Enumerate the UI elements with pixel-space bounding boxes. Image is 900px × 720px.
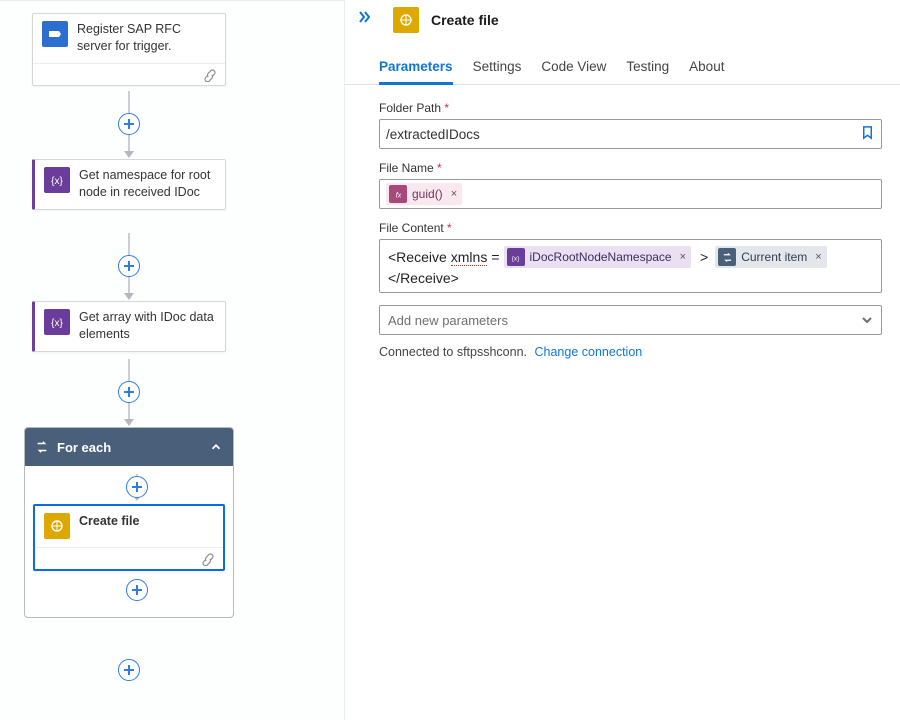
chip-remove-icon[interactable]: × <box>680 251 686 263</box>
svg-text:fx: fx <box>395 190 401 199</box>
tab-about[interactable]: About <box>689 59 724 84</box>
panel-title: Create file <box>431 12 499 28</box>
add-action-button[interactable] <box>126 476 148 498</box>
chip-label: iDocRootNodeNamespace <box>530 250 672 264</box>
svg-text:{x}: {x} <box>51 176 63 187</box>
variable-icon: {x} <box>44 309 70 335</box>
connector-arrow <box>124 151 134 158</box>
xml-text: = <box>491 249 499 265</box>
chip-idoc-namespace[interactable]: {x} iDocRootNodeNamespace × <box>504 246 692 268</box>
folder-path-value: /extractedIDocs <box>386 127 480 142</box>
foreach-header[interactable]: For each <box>25 428 233 466</box>
node-title: Register SAP RFC server for trigger. <box>77 21 216 55</box>
connection-text: Connected to sftpsshconn. <box>379 345 527 359</box>
chip-remove-icon[interactable]: × <box>815 251 821 263</box>
link-icon <box>203 68 217 82</box>
fx-icon: fx <box>389 185 407 203</box>
connector-arrow <box>124 419 134 426</box>
connector-arrow <box>124 293 134 300</box>
panel-tabs: Parameters Settings Code View Testing Ab… <box>345 33 900 85</box>
connection-status: Connected to sftpsshconn. Change connect… <box>379 345 882 359</box>
collapse-panel-button[interactable] <box>359 9 375 30</box>
tab-settings[interactable]: Settings <box>473 59 522 84</box>
add-action-button[interactable] <box>118 381 140 403</box>
add-action-button[interactable] <box>126 579 148 601</box>
tab-parameters[interactable]: Parameters <box>379 59 453 85</box>
add-action-button[interactable] <box>118 113 140 135</box>
svg-text:{x}: {x} <box>51 318 63 329</box>
file-content-input[interactable]: <Receive xmlns = {x} iDocRootNodeNamespa… <box>379 239 882 293</box>
panel-header: Create file <box>345 0 900 33</box>
variable-icon: {x} <box>507 248 525 266</box>
add-action-button[interactable] <box>118 659 140 681</box>
xml-text: > <box>700 249 708 265</box>
chip-label: Current item <box>741 250 807 264</box>
node-register-sap-rfc[interactable]: Register SAP RFC server for trigger. <box>32 13 226 86</box>
change-connection-link[interactable]: Change connection <box>535 345 643 359</box>
node-title: Get array with IDoc data elements <box>79 309 216 343</box>
panel-body: Folder Path * /extractedIDocs File Name … <box>345 85 900 359</box>
tab-code-view[interactable]: Code View <box>541 59 606 84</box>
node-foreach-container[interactable]: For each Create file <box>24 427 234 618</box>
foreach-title: For each <box>57 440 111 455</box>
designer-canvas: Register SAP RFC server for trigger. {x}… <box>0 0 345 720</box>
loop-icon <box>35 440 49 454</box>
chip-guid-expression[interactable]: fx guid() × <box>386 183 462 205</box>
file-content-label: File Content * <box>379 221 882 235</box>
node-get-namespace[interactable]: {x} Get namespace for root node in recei… <box>32 159 226 210</box>
tab-testing[interactable]: Testing <box>626 59 669 84</box>
chevron-down-icon <box>861 314 873 326</box>
node-footer-bar <box>33 63 225 85</box>
sftp-icon <box>393 7 419 33</box>
node-create-file[interactable]: Create file <box>33 504 225 571</box>
chevron-up-icon <box>209 440 223 454</box>
node-footer-bar <box>35 547 223 569</box>
svg-text:{x}: {x} <box>512 255 520 262</box>
chip-remove-icon[interactable]: × <box>451 188 457 200</box>
add-action-button[interactable] <box>118 255 140 277</box>
foreach-body: Create file <box>25 466 233 617</box>
file-name-label: File Name * <box>379 161 882 175</box>
sftp-icon <box>44 513 70 539</box>
variable-icon: {x} <box>44 167 70 193</box>
chip-label: guid() <box>412 187 443 201</box>
node-title: Get namespace for root node in received … <box>79 167 216 201</box>
folder-path-label: Folder Path * <box>379 101 882 115</box>
link-icon <box>201 552 215 566</box>
add-parameters-dropdown[interactable]: Add new parameters <box>379 305 882 335</box>
folder-path-input[interactable]: /extractedIDocs <box>379 119 882 149</box>
sap-icon <box>42 21 68 47</box>
xml-text: <Receive <box>388 249 447 265</box>
add-parameters-label: Add new parameters <box>388 313 508 328</box>
folder-picker-icon[interactable] <box>860 125 875 143</box>
xml-text: </Receive> <box>388 270 459 286</box>
properties-panel: Create file Parameters Settings Code Vie… <box>345 0 900 720</box>
xml-text-xmlns: xmlns <box>451 249 488 266</box>
node-get-array[interactable]: {x} Get array with IDoc data elements <box>32 301 226 352</box>
loop-icon <box>718 248 736 266</box>
node-title: Create file <box>79 513 139 530</box>
file-name-input[interactable]: fx guid() × <box>379 179 882 209</box>
chip-current-item[interactable]: Current item × <box>715 246 826 268</box>
